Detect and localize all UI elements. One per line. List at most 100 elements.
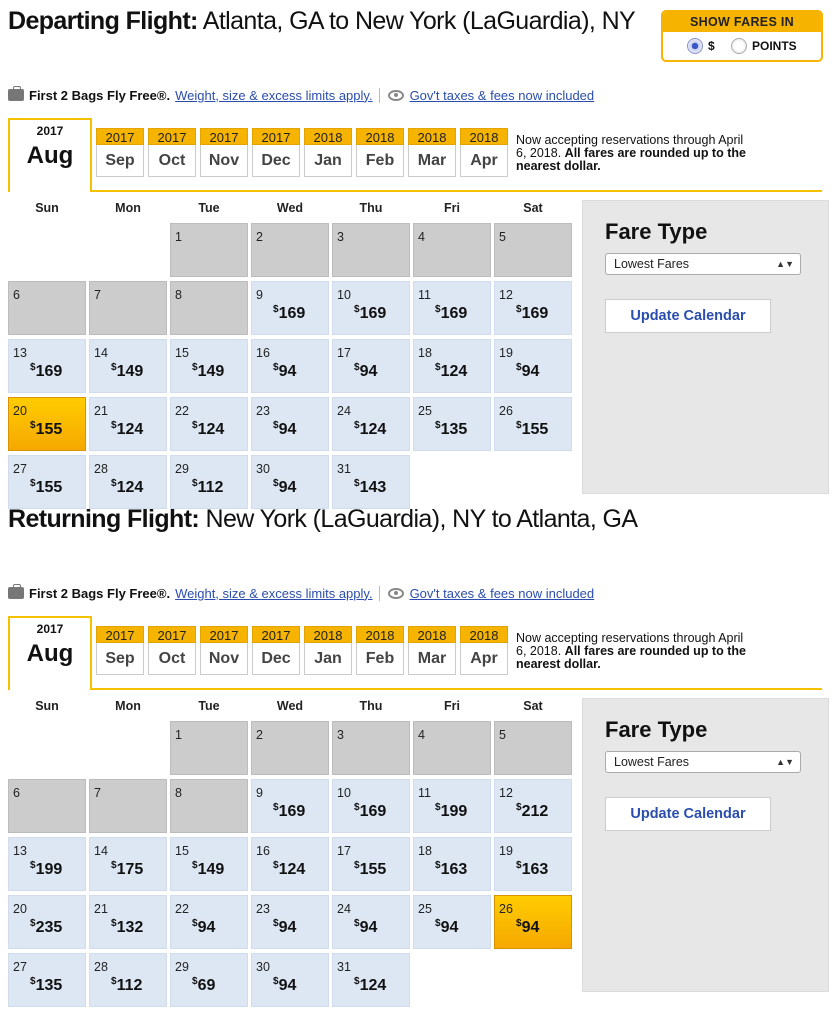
day-cell[interactable]: 14 $149 bbox=[89, 339, 167, 393]
month-tab-sep[interactable]: 2017 Sep bbox=[96, 626, 144, 676]
fare-type-select[interactable]: Lowest Fares ▲▼ bbox=[605, 751, 801, 773]
day-cell[interactable]: 24 $94 bbox=[332, 895, 410, 949]
day-cell[interactable]: 12 $169 bbox=[494, 281, 572, 335]
day-cell[interactable]: 21 $132 bbox=[89, 895, 167, 949]
day-cell[interactable]: 17 $155 bbox=[332, 837, 410, 891]
day-number: 13 bbox=[13, 844, 27, 858]
day-cell[interactable]: 28 $124 bbox=[89, 455, 167, 509]
month-tab-name: Oct bbox=[148, 643, 196, 675]
fare-amount: 155 bbox=[359, 861, 387, 878]
taxes-fees-link[interactable]: Gov't taxes & fees now included bbox=[410, 88, 595, 103]
fare-type-select[interactable]: Lowest Fares ▲▼ bbox=[605, 253, 801, 275]
month-tab-apr[interactable]: 2018 Apr bbox=[460, 128, 508, 178]
day-cell[interactable]: 22 $94 bbox=[170, 895, 248, 949]
day-cell[interactable]: 17 $94 bbox=[332, 339, 410, 393]
day-cell[interactable]: 28 $112 bbox=[89, 953, 167, 1007]
month-tab-nov[interactable]: 2017 Nov bbox=[200, 626, 248, 676]
day-cell[interactable]: 18 $163 bbox=[413, 837, 491, 891]
returning-heading-route: New York (LaGuardia), NY to Atlanta, GA bbox=[199, 505, 639, 533]
month-tab-oct[interactable]: 2017 Oct bbox=[148, 626, 196, 676]
day-fare: $199 bbox=[435, 802, 467, 821]
day-cell[interactable]: 11 $169 bbox=[413, 281, 491, 335]
show-fares-toggle: SHOW FARES IN $ POINTS bbox=[661, 10, 823, 62]
weight-limits-link[interactable]: Weight, size & excess limits apply. bbox=[175, 586, 372, 601]
day-cell[interactable]: 23 $94 bbox=[251, 895, 329, 949]
month-tab-apr[interactable]: 2018 Apr bbox=[460, 626, 508, 676]
selected-day-cell[interactable]: 26 $94 bbox=[494, 895, 572, 949]
day-cell[interactable]: 22 $124 bbox=[170, 397, 248, 451]
day-cell[interactable]: 14 $175 bbox=[89, 837, 167, 891]
points-option[interactable]: POINTS bbox=[731, 38, 797, 54]
day-cell[interactable]: 29 $69 bbox=[170, 953, 248, 1007]
day-fare: $155 bbox=[516, 420, 548, 439]
day-fare: $212 bbox=[516, 802, 548, 821]
day-cell[interactable]: 27 $155 bbox=[8, 455, 86, 509]
day-cell[interactable]: 18 $124 bbox=[413, 339, 491, 393]
month-tab-sep[interactable]: 2017 Sep bbox=[96, 128, 144, 178]
day-cell[interactable]: 12 $212 bbox=[494, 779, 572, 833]
day-number: 26 bbox=[499, 902, 513, 916]
day-cell[interactable]: 29 $112 bbox=[170, 455, 248, 509]
selected-day-cell[interactable]: 20 $155 bbox=[8, 397, 86, 451]
day-number: 27 bbox=[13, 462, 27, 476]
month-tab-nov[interactable]: 2017 Nov bbox=[200, 128, 248, 178]
day-cell[interactable]: 19 $163 bbox=[494, 837, 572, 891]
day-cell[interactable]: 30 $94 bbox=[251, 953, 329, 1007]
month-tab-dec[interactable]: 2017 Dec bbox=[252, 626, 300, 676]
month-tab-feb[interactable]: 2018 Feb bbox=[356, 626, 404, 676]
day-cell[interactable]: 11 $199 bbox=[413, 779, 491, 833]
day-cell[interactable]: 23 $94 bbox=[251, 397, 329, 451]
taxes-fees-link[interactable]: Gov't taxes & fees now included bbox=[410, 586, 595, 601]
returning-heading-label: Returning Flight: bbox=[8, 505, 200, 533]
day-cell[interactable]: 9 $169 bbox=[251, 281, 329, 335]
day-cell[interactable]: 24 $124 bbox=[332, 397, 410, 451]
points-radio-icon[interactable] bbox=[731, 38, 747, 54]
month-tab-name: Feb bbox=[356, 145, 404, 177]
fare-amount: 169 bbox=[440, 305, 468, 322]
day-cell[interactable]: 13 $199 bbox=[8, 837, 86, 891]
day-cell[interactable]: 9 $169 bbox=[251, 779, 329, 833]
day-cell[interactable]: 26 $155 bbox=[494, 397, 572, 451]
day-cell[interactable]: 19 $94 bbox=[494, 339, 572, 393]
day-cell[interactable]: 20 $235 bbox=[8, 895, 86, 949]
day-cell[interactable]: 27 $135 bbox=[8, 953, 86, 1007]
day-cell[interactable]: 10 $169 bbox=[332, 779, 410, 833]
month-tab-dec[interactable]: 2017 Dec bbox=[252, 128, 300, 178]
day-cell[interactable]: 25 $135 bbox=[413, 397, 491, 451]
update-calendar-button[interactable]: Update Calendar bbox=[605, 299, 771, 333]
dollars-option[interactable]: $ bbox=[687, 38, 715, 54]
day-cell[interactable]: 16 $94 bbox=[251, 339, 329, 393]
day-fare: $94 bbox=[435, 918, 458, 937]
day-number: 23 bbox=[256, 902, 270, 916]
day-cell[interactable]: 31 $143 bbox=[332, 455, 410, 509]
weight-limits-link[interactable]: Weight, size & excess limits apply. bbox=[175, 88, 372, 103]
departing-heading-route: Atlanta, GA to New York (LaGuardia), NY bbox=[197, 7, 636, 35]
day-cell[interactable]: 30 $94 bbox=[251, 455, 329, 509]
day-number: 5 bbox=[499, 728, 506, 742]
month-tab-jan[interactable]: 2018 Jan bbox=[304, 626, 352, 676]
month-tab-jan[interactable]: 2018 Jan bbox=[304, 128, 352, 178]
month-tab-oct[interactable]: 2017 Oct bbox=[148, 128, 196, 178]
eye-icon bbox=[387, 89, 404, 101]
eye-icon bbox=[387, 587, 404, 599]
day-cell[interactable]: 21 $124 bbox=[89, 397, 167, 451]
fare-amount: 94 bbox=[521, 919, 540, 936]
fare-amount: 155 bbox=[35, 479, 63, 496]
month-tab-mar[interactable]: 2018 Mar bbox=[408, 626, 456, 676]
day-number: 6 bbox=[13, 786, 20, 800]
day-number: 22 bbox=[175, 902, 189, 916]
day-cell[interactable]: 15 $149 bbox=[170, 339, 248, 393]
day-cell[interactable]: 25 $94 bbox=[413, 895, 491, 949]
day-cell[interactable]: 13 $169 bbox=[8, 339, 86, 393]
day-cell[interactable]: 31 $124 bbox=[332, 953, 410, 1007]
day-cell: 8 bbox=[170, 779, 248, 833]
month-tab-feb[interactable]: 2018 Feb bbox=[356, 128, 404, 178]
month-tab-year: 2018 bbox=[460, 128, 508, 145]
month-tab-mar[interactable]: 2018 Mar bbox=[408, 128, 456, 178]
day-cell[interactable]: 10 $169 bbox=[332, 281, 410, 335]
day-cell[interactable]: 16 $124 bbox=[251, 837, 329, 891]
day-cell[interactable]: 15 $149 bbox=[170, 837, 248, 891]
fare-amount: 94 bbox=[278, 421, 297, 438]
update-calendar-button[interactable]: Update Calendar bbox=[605, 797, 771, 831]
dollars-radio-icon[interactable] bbox=[687, 38, 703, 54]
